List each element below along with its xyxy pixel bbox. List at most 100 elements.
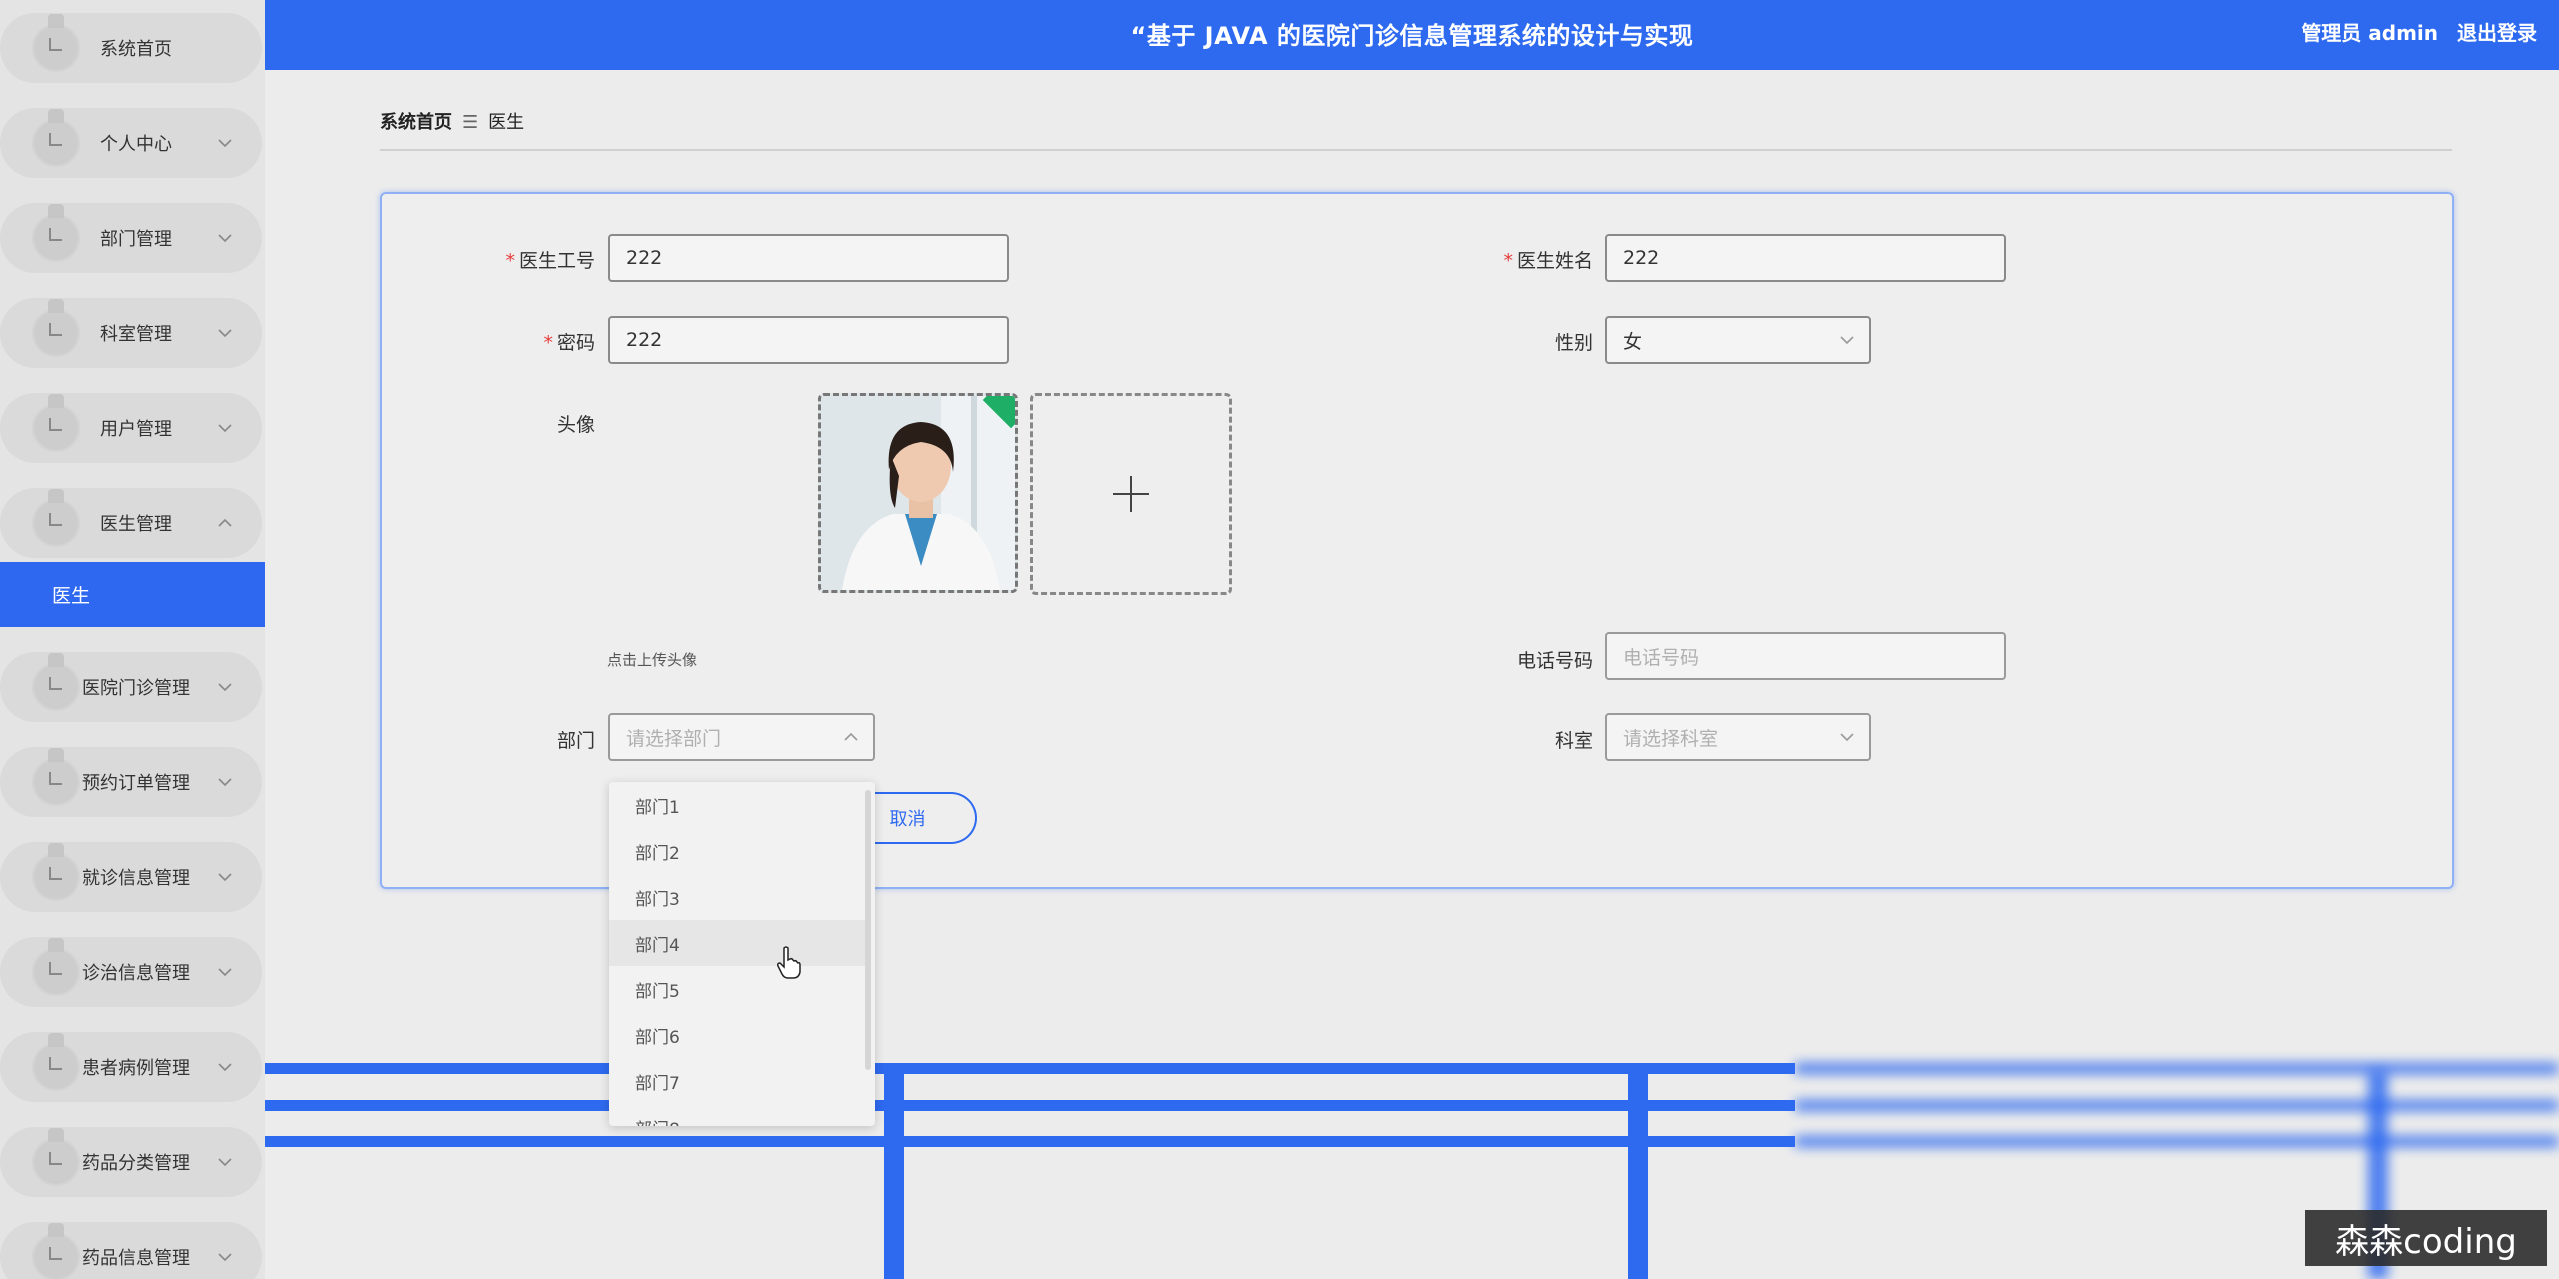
sidebar-item-appointments[interactable]: 预约订单管理 [0,747,262,817]
chevron-down-icon [1840,336,1854,345]
required-mark: * [543,332,553,354]
dropdown-option[interactable]: 部门7 [609,1058,871,1104]
sidebar-item-profile[interactable]: 个人中心 [0,108,262,178]
sidebar-item-diagnosis[interactable]: 诊治信息管理 [0,937,262,1007]
menu-icon [32,843,80,901]
sidebar-item-label: 诊治信息管理 [82,963,190,984]
chevron-down-icon [218,778,232,787]
decor-line [1795,1136,2559,1147]
avatar-upload-button[interactable] [1030,393,1232,595]
required-mark: * [1503,250,1513,272]
decor-line [884,1070,904,1279]
chevron-down-icon [218,329,232,338]
sidebar-item-cases[interactable]: 患者病例管理 [0,1032,262,1102]
sidebar-subitem-doctor[interactable]: 医生 [0,562,265,627]
decor-line [1628,1070,1648,1279]
logout-link[interactable]: 退出登录 [2457,21,2537,45]
sidebar-item-label: 药品信息管理 [82,1248,190,1269]
sidebar-item-users[interactable]: 用户管理 [0,393,262,463]
dropdown-option[interactable]: 部门2 [609,828,871,874]
sidebar-item-office[interactable]: 科室管理 [0,298,262,368]
sidebar-item-drug-info[interactable]: 药品信息管理 [0,1222,262,1279]
phone-input[interactable]: 电话号码 [1605,632,2006,680]
sidebar-item-label: 就诊信息管理 [82,868,190,889]
chevron-down-icon [218,424,232,433]
hand-cursor-icon [777,946,801,979]
sidebar-item-label: 个人中心 [100,134,172,155]
office-select[interactable]: 请选择科室 [1605,713,1871,761]
department-label: 部门 [556,730,595,752]
sidebar-item-doctor[interactable]: 医生管理 [0,488,262,558]
doctor-id-label: * 医生工号 [505,250,595,272]
sidebar-item-label: 科室管理 [100,324,172,345]
dropdown-option[interactable]: 部门6 [609,1012,871,1058]
menu-icon [32,109,80,167]
sidebar-item-label: 预约订单管理 [82,773,190,794]
chevron-down-icon [218,1253,232,1262]
sidebar-item-drug-category[interactable]: 药品分类管理 [0,1127,262,1197]
decor-line [1795,1100,2559,1111]
department-select[interactable]: 请选择部门 [608,713,875,761]
menu-icon [32,299,80,357]
avatar-label: 头像 [556,414,595,436]
chevron-up-icon [218,518,232,527]
menu-icon [32,14,80,72]
sidebar-item-label: 部门管理 [100,229,172,250]
sidebar-item-home[interactable]: 系统首页 [0,13,262,83]
chevron-down-icon [218,873,232,882]
chevron-down-icon [218,139,232,148]
plus-icon [1113,476,1149,512]
sidebar-item-label: 系统首页 [100,39,172,60]
dropdown-option[interactable]: 部门3 [609,874,871,920]
menu-icon [32,938,80,996]
chevron-down-icon [218,234,232,243]
breadcrumb-home[interactable]: 系统首页 [380,112,452,133]
dropdown-scrollbar[interactable] [865,790,871,1070]
chevron-down-icon [1840,733,1854,742]
decor-line [265,1063,1795,1074]
dropdown-option-hovered[interactable]: 部门4 [609,920,871,966]
doctor-photo [821,396,1015,590]
office-label: 科室 [1554,730,1593,752]
top-header: “基于 JAVA 的医院门诊信息管理系统的设计与实现 管理员 admin 退出登… [265,0,2559,70]
breadcrumb-current: 医生 [488,112,525,133]
watermark: 森森coding [2305,1210,2547,1266]
sidebar-item-label: 药品分类管理 [82,1153,190,1174]
phone-label: 电话号码 [1516,650,1593,672]
divider [380,149,2452,151]
dropdown-option[interactable]: 部门1 [609,782,871,828]
dropdown-option[interactable]: 部门8 [609,1104,871,1127]
sidebar-item-department[interactable]: 部门管理 [0,203,262,273]
menu-icon [32,1128,80,1186]
sidebar-item-label: 医生管理 [100,514,172,535]
decor-line [1795,1063,2559,1074]
password-input[interactable]: 222 [608,316,1009,364]
menu-icon [32,204,80,262]
sidebar-item-clinic[interactable]: 医院门诊管理 [0,652,262,722]
sidebar-subitem-label: 医生 [52,585,91,607]
menu-icon [32,748,80,806]
gender-select[interactable]: 女 [1605,316,1871,364]
sidebar-item-label: 用户管理 [100,419,172,440]
chevron-up-icon [844,732,858,741]
breadcrumb-separator-icon: ☰ [462,112,479,133]
doctor-name-input[interactable]: 222 [1605,234,2006,282]
doctor-id-input[interactable]: 222 [608,234,1009,282]
menu-icon [32,1033,80,1091]
dropdown-option[interactable]: 部门5 [609,966,871,1012]
department-dropdown: 部门1 部门2 部门3 部门4 部门5 部门6 部门7 部门8 [609,782,875,1126]
avatar-preview[interactable] [818,393,1018,593]
menu-icon [32,489,80,547]
avatar-upload-hint: 点击上传头像 [607,651,698,669]
chevron-down-icon [218,968,232,977]
menu-icon [32,394,80,452]
required-mark: * [505,250,515,272]
header-user-area: 管理员 admin 退出登录 [2289,17,2537,46]
current-user: 管理员 admin [2301,21,2439,45]
menu-icon [32,653,80,711]
sidebar-item-label: 患者病例管理 [82,1058,190,1079]
sidebar-item-visits[interactable]: 就诊信息管理 [0,842,262,912]
sidebar: 系统首页 个人中心 部门管理 科室管理 用户管理 医生管理 医生 医院门诊管理 … [0,0,265,1279]
menu-icon [32,1223,80,1279]
chevron-down-icon [218,1158,232,1167]
